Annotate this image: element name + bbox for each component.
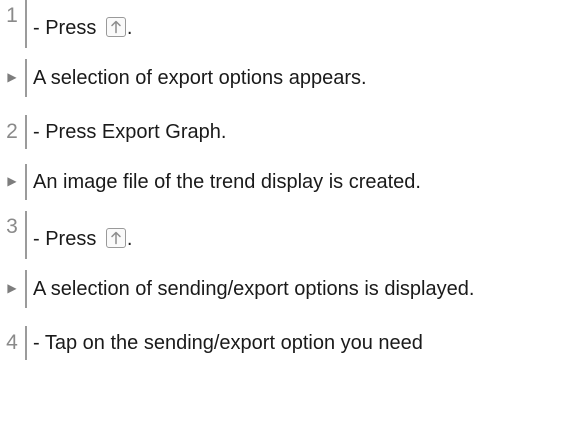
step-text: - Press . <box>33 227 132 251</box>
result-text: A selection of export options appears. <box>33 67 367 89</box>
result-2: ▶ An image file of the trend display is … <box>0 164 576 200</box>
result-divider <box>25 59 27 97</box>
step-1: 1 - Press . <box>0 0 576 48</box>
share-arrow-up-icon <box>105 17 126 37</box>
step-text: - Tap on the sending/export option you n… <box>33 332 423 354</box>
result-arrow-icon: ▶ <box>7 70 17 84</box>
step-number: 2 <box>6 120 18 143</box>
share-arrow-up-icon <box>105 228 126 248</box>
step-suffix: . <box>126 228 133 250</box>
result-1: ▶ A selection of export options appears. <box>0 59 576 97</box>
step-2: 2 - Press Export Graph. <box>0 115 576 149</box>
step-number: 3 <box>6 215 18 238</box>
step-divider <box>25 0 27 48</box>
step-prefix: - Press <box>33 228 97 250</box>
step-divider <box>25 211 27 259</box>
step-number: 4 <box>6 331 18 354</box>
step-text: - Press Export Graph. <box>33 121 227 143</box>
result-text: An image file of the trend display is cr… <box>33 171 421 193</box>
result-arrow-icon: ▶ <box>7 281 17 295</box>
result-3: ▶ A selection of sending/export options … <box>0 270 576 308</box>
step-prefix: - Press <box>33 17 97 39</box>
step-number: 1 <box>6 4 18 27</box>
step-4: 4 - Tap on the sending/export option you… <box>0 326 576 360</box>
result-text: A selection of sending/export options is… <box>33 278 475 300</box>
result-arrow-icon: ▶ <box>7 174 17 188</box>
step-divider <box>25 115 27 149</box>
step-suffix: . <box>126 17 133 39</box>
step-3: 3 - Press . <box>0 211 576 259</box>
step-text: - Press . <box>33 16 132 40</box>
step-divider <box>25 326 27 360</box>
result-divider <box>25 164 27 200</box>
result-divider <box>25 270 27 308</box>
